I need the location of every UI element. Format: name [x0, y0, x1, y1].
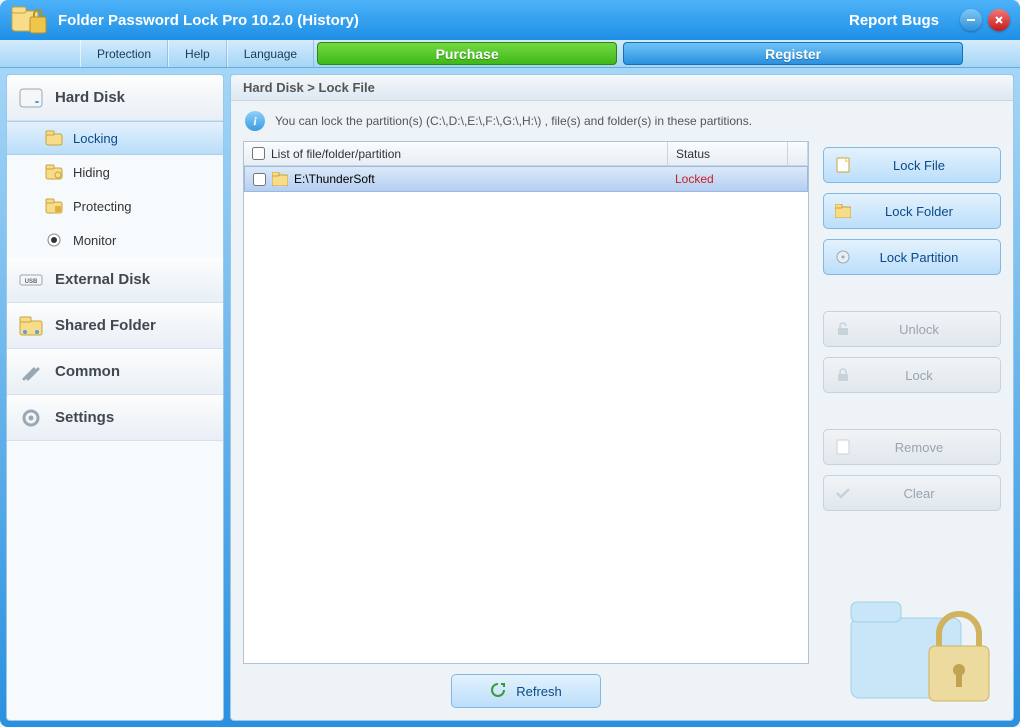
- column-header-name[interactable]: List of file/folder/partition: [244, 142, 668, 165]
- sidebar-external-disk-label: External Disk: [55, 271, 150, 288]
- lock-file-button[interactable]: Lock File: [823, 147, 1001, 183]
- title-bar: Folder Password Lock Pro 10.2.0 (History…: [0, 0, 1020, 40]
- sidebar-hard-disk-label: Hard Disk: [55, 89, 125, 106]
- column-header-end: [788, 142, 808, 165]
- folder-hide-icon: [45, 163, 63, 181]
- breadcrumb: Hard Disk > Lock File: [231, 75, 1013, 101]
- monitor-icon: [45, 231, 63, 249]
- refresh-icon: [490, 682, 506, 701]
- main-panel: Hard Disk > Lock File i You can lock the…: [230, 74, 1014, 721]
- sidebar-common-label: Common: [55, 363, 120, 380]
- tools-icon: [19, 360, 43, 384]
- sidebar-shared-folder-label: Shared Folder: [55, 317, 156, 334]
- shared-folder-icon: [19, 314, 43, 338]
- sidebar-locking-label: Locking: [73, 131, 118, 146]
- gear-icon: [19, 406, 43, 430]
- sidebar-item-protecting[interactable]: Protecting: [7, 189, 223, 223]
- sidebar-settings-label: Settings: [55, 409, 114, 426]
- purchase-button[interactable]: Purchase: [317, 42, 617, 65]
- menu-help[interactable]: Help: [168, 40, 227, 67]
- unlock-label: Unlock: [848, 322, 990, 337]
- lock-partition-button[interactable]: Lock Partition: [823, 239, 1001, 275]
- sidebar-section-shared-folder[interactable]: Shared Folder: [7, 303, 223, 349]
- sidebar-section-common[interactable]: Common: [7, 349, 223, 395]
- column-header-status[interactable]: Status: [668, 142, 788, 165]
- lock-folder-button[interactable]: Lock Folder: [823, 193, 1001, 229]
- app-window: Folder Password Lock Pro 10.2.0 (History…: [0, 0, 1020, 727]
- lock-file-label: Lock File: [848, 158, 990, 173]
- sidebar-section-settings[interactable]: Settings: [7, 395, 223, 441]
- folder-lock-icon: [45, 129, 63, 147]
- sidebar-monitor-label: Monitor: [73, 233, 116, 248]
- lock-partition-label: Lock Partition: [848, 250, 990, 265]
- folder-protect-icon: [45, 197, 63, 215]
- close-button[interactable]: [988, 9, 1010, 31]
- list-panel: List of file/folder/partition Status: [243, 141, 809, 708]
- hard-disk-icon: [19, 86, 43, 110]
- lock-folder-label: Lock Folder: [848, 204, 990, 219]
- row-path: E:\ThunderSoft: [294, 172, 375, 186]
- register-button[interactable]: Register: [623, 42, 963, 65]
- app-logo-icon: [10, 3, 50, 37]
- unlock-button[interactable]: Unlock: [823, 311, 1001, 347]
- refresh-button[interactable]: Refresh: [451, 674, 601, 708]
- info-icon: i: [245, 111, 265, 131]
- remove-label: Remove: [848, 440, 990, 455]
- sidebar: Hard Disk Locking Hiding Protecting: [6, 74, 224, 721]
- column-status-label: Status: [676, 147, 710, 161]
- info-bar: i You can lock the partition(s) (C:\,D:\…: [231, 101, 1013, 141]
- menu-protection[interactable]: Protection: [80, 40, 168, 67]
- menu-language[interactable]: Language: [227, 40, 314, 67]
- menu-bar: Protection Help Language Purchase Regist…: [0, 40, 1020, 68]
- lock-label: Lock: [848, 368, 990, 383]
- select-all-checkbox[interactable]: [252, 147, 265, 160]
- remove-button[interactable]: Remove: [823, 429, 1001, 465]
- table-row[interactable]: E:\ThunderSoft Locked: [244, 166, 808, 192]
- info-text: You can lock the partition(s) (C:\,D:\,E…: [275, 114, 752, 128]
- minimize-button[interactable]: [960, 9, 982, 31]
- sidebar-section-hard-disk[interactable]: Hard Disk: [7, 75, 223, 121]
- column-name-label: List of file/folder/partition: [271, 147, 401, 161]
- file-table: List of file/folder/partition Status: [243, 141, 809, 664]
- row-status: Locked: [667, 172, 787, 186]
- refresh-label: Refresh: [516, 684, 562, 699]
- sidebar-protecting-label: Protecting: [73, 199, 132, 214]
- table-header: List of file/folder/partition Status: [244, 142, 808, 166]
- svg-text:USB: USB: [25, 279, 38, 285]
- sidebar-item-locking[interactable]: Locking: [7, 121, 223, 155]
- decorative-folder-lock-icon: [841, 588, 1001, 708]
- sidebar-section-external-disk[interactable]: USB External Disk: [7, 257, 223, 303]
- sidebar-hiding-label: Hiding: [73, 165, 110, 180]
- lock-button[interactable]: Lock: [823, 357, 1001, 393]
- actions-panel: Lock File Lock Folder Lock Partition: [823, 141, 1001, 708]
- content-area: Hard Disk Locking Hiding Protecting: [0, 68, 1020, 727]
- clear-label: Clear: [848, 486, 990, 501]
- clear-button[interactable]: Clear: [823, 475, 1001, 511]
- report-bugs-link[interactable]: Report Bugs: [849, 12, 939, 29]
- usb-icon: USB: [19, 268, 43, 292]
- row-checkbox[interactable]: [253, 173, 266, 186]
- folder-icon: [272, 172, 288, 186]
- sidebar-item-hiding[interactable]: Hiding: [7, 155, 223, 189]
- sidebar-item-monitor[interactable]: Monitor: [7, 223, 223, 257]
- app-title: Folder Password Lock Pro 10.2.0 (History…: [58, 12, 359, 29]
